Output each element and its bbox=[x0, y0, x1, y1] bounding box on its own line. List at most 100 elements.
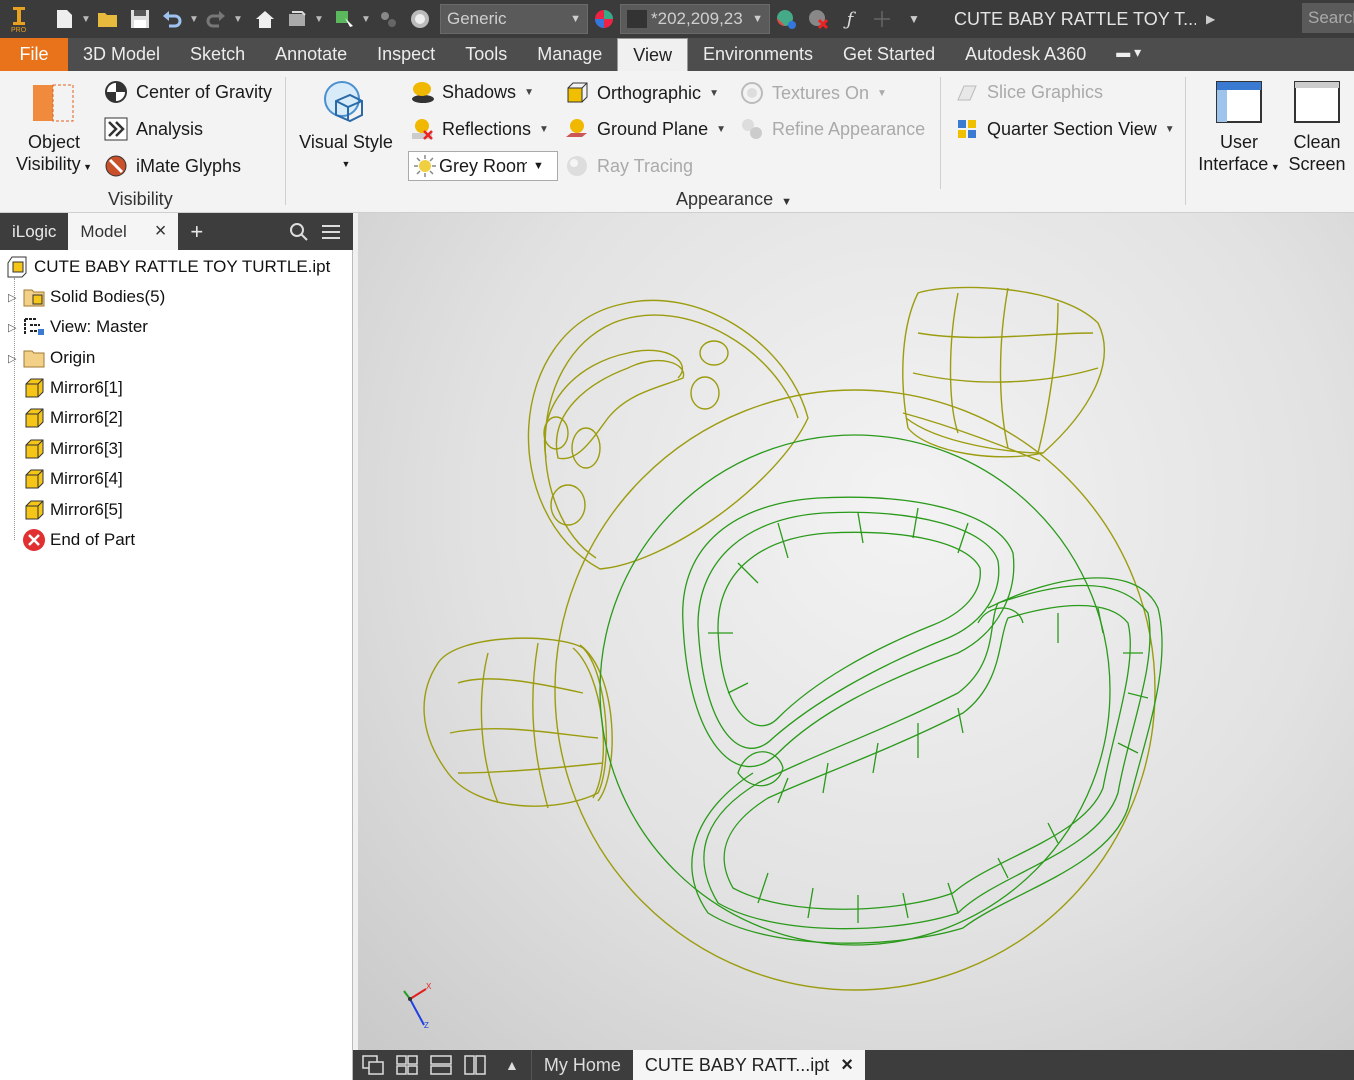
clear-appearance-icon[interactable] bbox=[805, 6, 831, 32]
tree-node-mirror-2[interactable]: Mirror6[2] bbox=[22, 404, 123, 432]
measure-icon[interactable] bbox=[869, 6, 895, 32]
parameters-fx-icon[interactable]: ƒ bbox=[837, 6, 863, 32]
tab-my-home[interactable]: My Home bbox=[530, 1050, 633, 1080]
ray-tracing-button[interactable]: Ray Tracing bbox=[565, 154, 693, 178]
tab-file[interactable]: File bbox=[0, 38, 68, 71]
refine-appearance-button[interactable]: Refine Appearance bbox=[740, 117, 925, 141]
ground-plane-button[interactable]: Ground Plane ▼ bbox=[565, 117, 726, 141]
appearance-thumb-icon bbox=[627, 10, 647, 28]
tree-node-mirror-4[interactable]: Mirror6[4] bbox=[22, 465, 123, 493]
tab-manage[interactable]: Manage bbox=[522, 38, 617, 71]
tree-node-solid-bodies[interactable]: ▷ Solid Bodies(5) bbox=[8, 283, 165, 311]
tab-model[interactable]: Model × bbox=[68, 213, 179, 250]
tree-node-view-master[interactable]: ▷ View: Master bbox=[8, 313, 148, 341]
select-icon[interactable] bbox=[331, 6, 357, 32]
material-sphere-icon[interactable] bbox=[407, 6, 433, 32]
lighting-style-select[interactable]: Grey Room ▼ bbox=[408, 151, 558, 181]
arrange-vertical-icon[interactable] bbox=[463, 1054, 489, 1076]
search-icon[interactable] bbox=[277, 213, 321, 250]
slice-graphics-button[interactable]: Slice Graphics bbox=[955, 80, 1103, 104]
chevron-down-icon: ▼ bbox=[570, 13, 581, 25]
object-visibility-button[interactable]: Object Visibility ▼ bbox=[12, 81, 96, 178]
appearance-sphere-icon[interactable] bbox=[591, 6, 617, 32]
tree-node-origin[interactable]: ▷ Origin bbox=[8, 344, 95, 372]
appearance-select-value: *202,209,23 bbox=[651, 9, 743, 28]
quarter-section-view-button[interactable]: Quarter Section View ▼ bbox=[955, 117, 1175, 141]
title-arrow-icon[interactable]: ▶ bbox=[1206, 12, 1215, 26]
user-interface-label-2: Interface ▼ bbox=[1198, 154, 1280, 174]
tab-view[interactable]: View bbox=[617, 38, 688, 71]
lighting-bulb-icon bbox=[414, 155, 436, 177]
center-of-gravity-button[interactable]: Center of Gravity bbox=[104, 80, 272, 104]
visual-style-dropdown-icon[interactable]: ▼ bbox=[298, 153, 394, 175]
shadows-button[interactable]: Shadows ▼ bbox=[410, 80, 534, 104]
tree-node-mirror-3[interactable]: Mirror6[3] bbox=[22, 435, 123, 463]
new-dropdown-icon[interactable]: ▼ bbox=[80, 14, 92, 25]
save-icon[interactable] bbox=[127, 6, 153, 32]
tab-get-started[interactable]: Get Started bbox=[828, 38, 950, 71]
visual-style-button[interactable]: Visual Style ▼ bbox=[298, 79, 394, 175]
close-icon[interactable]: × bbox=[841, 1054, 853, 1077]
adjust-appearance-icon[interactable] bbox=[773, 6, 799, 32]
turtle-wireframe-model[interactable] bbox=[358, 213, 1354, 1050]
tabs-overflow-icon[interactable]: ▲ bbox=[493, 1050, 531, 1080]
clean-screen-button[interactable]: Clean Screen bbox=[1282, 79, 1352, 175]
undo-dropdown-icon[interactable]: ▼ bbox=[188, 14, 200, 25]
tree-root[interactable]: CUTE BABY RATTLE TOY TURTLE.ipt bbox=[6, 253, 330, 281]
chevron-down-icon[interactable]: ▼ bbox=[877, 88, 887, 99]
redo-dropdown-icon[interactable]: ▼ bbox=[232, 14, 244, 25]
tree-node-end-of-part[interactable]: End of Part bbox=[22, 526, 135, 554]
tab-ilogic[interactable]: iLogic bbox=[0, 213, 68, 250]
imate-glyphs-button[interactable]: iMate Glyphs bbox=[104, 154, 241, 178]
ribbon-options-icon[interactable]: ▬ ▾ bbox=[1101, 38, 1156, 71]
tab-3d-model[interactable]: 3D Model bbox=[68, 38, 175, 71]
appearance-panel-label[interactable]: Appearance ▼ bbox=[676, 189, 792, 210]
orthographic-icon bbox=[567, 82, 588, 103]
reflections-icon bbox=[412, 119, 433, 140]
new-file-icon[interactable] bbox=[51, 6, 77, 32]
chevron-down-icon[interactable]: ▼ bbox=[539, 124, 549, 135]
cascade-windows-icon[interactable] bbox=[361, 1054, 387, 1076]
tile-windows-icon[interactable] bbox=[395, 1054, 421, 1076]
open-folder-icon[interactable] bbox=[95, 6, 121, 32]
tree-node-mirror-5[interactable]: Mirror6[5] bbox=[22, 496, 123, 524]
update-dropdown-icon[interactable]: ▼ bbox=[313, 14, 325, 25]
tab-tools[interactable]: Tools bbox=[450, 38, 522, 71]
expand-icon[interactable]: ▷ bbox=[8, 352, 22, 365]
close-icon[interactable]: × bbox=[155, 220, 167, 243]
menu-icon[interactable] bbox=[321, 213, 353, 250]
tab-sketch[interactable]: Sketch bbox=[175, 38, 260, 71]
tab-environments[interactable]: Environments bbox=[688, 38, 828, 71]
expand-icon[interactable]: ▷ bbox=[8, 321, 22, 334]
material-select[interactable]: Generic ▼ bbox=[440, 4, 588, 34]
inventor-logo-icon[interactable]: PRO bbox=[6, 6, 32, 33]
expand-icon[interactable]: ▷ bbox=[8, 291, 22, 304]
chevron-down-icon[interactable]: ▼ bbox=[716, 124, 726, 135]
tab-inspect[interactable]: Inspect bbox=[362, 38, 450, 71]
tab-autodesk-a360[interactable]: Autodesk A360 bbox=[950, 38, 1101, 71]
tree-node-mirror-1[interactable]: Mirror6[1] bbox=[22, 374, 123, 402]
mirror-feature-icon bbox=[25, 439, 44, 459]
tab-annotate[interactable]: Annotate bbox=[260, 38, 362, 71]
select-dropdown-icon[interactable]: ▼ bbox=[360, 14, 372, 25]
update-icon[interactable] bbox=[284, 6, 310, 32]
adaptivity-icon[interactable] bbox=[375, 6, 401, 32]
undo-icon[interactable] bbox=[159, 6, 185, 32]
analysis-button[interactable]: Analysis bbox=[104, 117, 203, 141]
redo-icon[interactable] bbox=[203, 6, 229, 32]
home-icon[interactable] bbox=[252, 6, 278, 32]
search-input[interactable]: Search bbox=[1302, 3, 1354, 33]
textures-on-button[interactable]: Textures On ▼ bbox=[740, 81, 887, 105]
add-tab-icon[interactable]: + bbox=[178, 213, 215, 250]
tab-current-document[interactable]: CUTE BABY RATT...ipt × bbox=[632, 1050, 865, 1080]
arrange-horizontal-icon[interactable] bbox=[429, 1054, 455, 1076]
graphics-viewport[interactable]: X Z bbox=[358, 213, 1354, 1050]
reflections-button[interactable]: Reflections ▼ bbox=[410, 117, 549, 141]
chevron-down-icon[interactable]: ▼ bbox=[524, 87, 534, 98]
chevron-down-icon[interactable]: ▼ bbox=[1165, 124, 1175, 135]
appearance-select[interactable]: *202,209,23 ▼ bbox=[620, 4, 770, 34]
user-interface-button[interactable]: User Interface ▼ bbox=[1198, 79, 1280, 178]
chevron-down-icon[interactable]: ▼ bbox=[709, 88, 719, 99]
customize-dropdown-icon[interactable]: ▼ bbox=[901, 6, 927, 32]
orthographic-button[interactable]: Orthographic ▼ bbox=[565, 81, 719, 105]
